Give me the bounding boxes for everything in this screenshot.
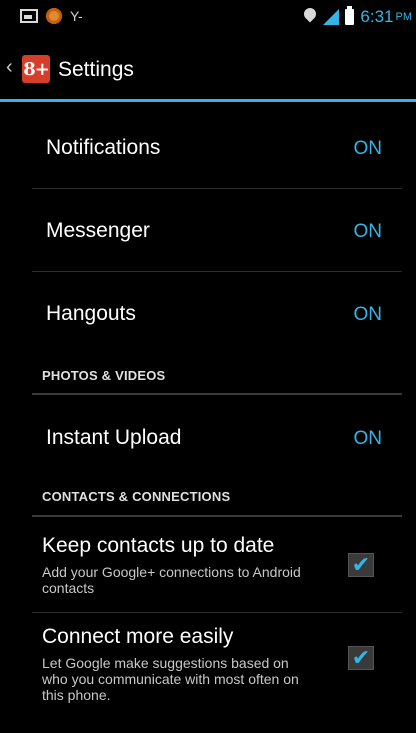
keep-contacts-subtitle: Add your Google+ connections to Android … [42,564,301,596]
hangouts-label: Hangouts [46,302,136,325]
messenger-label: Messenger [46,219,150,242]
section-header-photos-videos: PHOTOS & VIDEOS [42,368,166,383]
messenger-value: ON [353,221,383,242]
battery-icon [345,6,355,25]
notification-text: Y- [70,8,83,24]
notifications-value: ON [353,138,383,159]
status-bar-right: 6:31 PM [303,6,413,27]
setting-row-connect-easily[interactable]: Connect more easily Let Google make sugg… [0,613,416,723]
clock-time: 6:31 [360,7,394,26]
setting-row-instant-upload[interactable]: Instant Upload ON [0,396,416,478]
setting-row-messenger[interactable]: Messenger ON [0,189,416,271]
keep-contacts-checkbox[interactable]: ✔ [348,553,374,577]
image-notification-icon [20,9,38,23]
connect-easily-subtitle: Let Google make suggestions based on who… [42,655,299,703]
action-bar: ‹ 8+ Settings [0,36,416,102]
keep-contacts-title: Keep contacts up to date [42,534,275,557]
page-title: Settings [58,58,134,81]
google-plus-logo-icon[interactable]: 8+ [22,55,50,83]
setting-row-notifications[interactable]: Notifications ON [0,102,416,188]
instant-upload-label: Instant Upload [46,426,182,449]
section-header-contacts-connections: CONTACTS & CONNECTIONS [42,489,231,504]
section-divider [32,515,402,517]
connect-easily-checkbox[interactable]: ✔ [348,646,374,670]
clock-ampm: PM [395,11,413,23]
coin-notification-icon [46,8,62,24]
back-chevron-icon[interactable]: ‹ [6,56,13,79]
location-icon [303,8,317,26]
setting-row-keep-contacts[interactable]: Keep contacts up to date Add your Google… [0,518,416,612]
section-divider [32,393,402,395]
status-bar: Y- 6:31 PM [0,0,416,36]
setting-row-hangouts[interactable]: Hangouts ON [0,272,416,354]
instant-upload-value: ON [353,428,383,449]
connect-easily-title: Connect more easily [42,625,234,648]
status-bar-left: Y- [20,8,83,24]
signal-icon [323,9,340,25]
notifications-label: Notifications [46,136,161,159]
hangouts-value: ON [353,304,383,325]
